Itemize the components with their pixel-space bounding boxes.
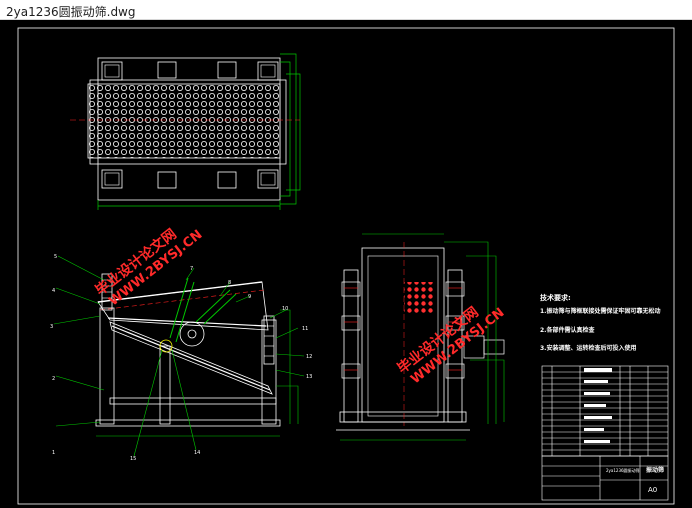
part-label-11: 11: [302, 326, 308, 332]
part-label-1: 1: [52, 450, 55, 456]
part-label-12: 12: [306, 354, 312, 360]
top-view: [70, 53, 301, 210]
side-view: [53, 255, 305, 457]
part-label-4: 4: [52, 288, 55, 294]
title-block-scale: A0: [648, 486, 657, 494]
tech-requirements-heading: 技术要求:: [540, 293, 571, 302]
tech-requirement-2: 2.各部件需认真检查: [540, 326, 594, 334]
technical-requirements: 技术要求: 1.振动筛与筛框联接处需保证牢固可靠无松动 2.各部件需认真检查 3…: [540, 293, 660, 352]
title-block-name: 振动筛: [646, 466, 664, 474]
tech-requirement-3: 3.安装调整、运转检查后可投入使用: [540, 344, 636, 352]
part-label-7: 7: [190, 266, 193, 272]
window-title: 2ya1236圆振动筛.dwg: [6, 5, 136, 19]
title-block-drawing-no: 2ya1236圆振动筛: [606, 467, 640, 473]
part-label-15: 15: [130, 456, 136, 462]
window-titlebar: 2ya1236圆振动筛.dwg: [0, 0, 692, 20]
watermark-top: 毕业设计论文网 WWW.2BYSJ.CN: [92, 225, 205, 309]
cad-viewport[interactable]: 1 2 3 4 5 7 8 9 10 11 12 13 14 15 技术要求: …: [0, 20, 692, 508]
part-label-3: 3: [50, 324, 53, 330]
part-label-10: 10: [282, 306, 288, 312]
part-label-5: 5: [54, 254, 57, 260]
tech-requirement-1: 1.振动筛与筛框联接处需保证牢固可靠无松动: [540, 307, 660, 315]
part-label-8: 8: [228, 280, 231, 286]
part-label-13: 13: [306, 374, 312, 380]
drawing-canvas[interactable]: 1 2 3 4 5 7 8 9 10 11 12 13 14 15 技术要求: …: [0, 20, 692, 508]
part-label-2: 2: [52, 376, 55, 382]
parts-list-table: [541, 365, 669, 457]
part-label-14: 14: [194, 450, 200, 456]
part-label-9: 9: [248, 294, 251, 300]
